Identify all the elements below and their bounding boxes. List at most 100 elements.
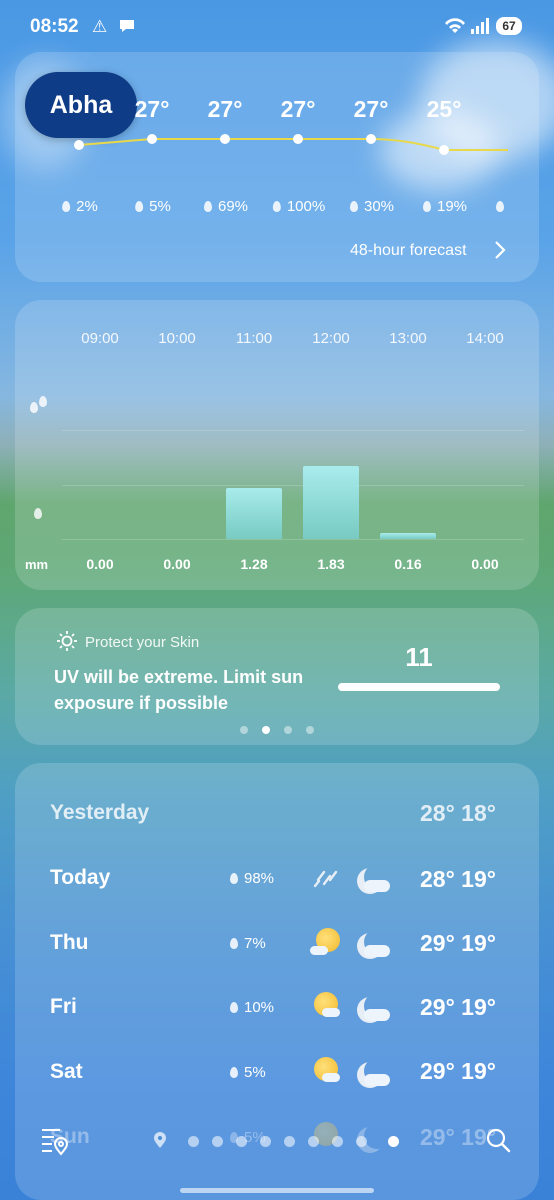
day-temps: 28° 19°	[420, 866, 496, 892]
location-page-dot[interactable]	[332, 1136, 343, 1147]
chevron-right-icon[interactable]	[494, 240, 506, 266]
raindrop-icon	[230, 873, 238, 884]
carousel-dot[interactable]	[306, 726, 314, 734]
hour-precip: 2%	[62, 198, 98, 215]
day-temps: 29° 19°	[420, 994, 496, 1020]
cloudy-night-icon	[356, 991, 396, 1025]
raindrop-icon	[135, 201, 144, 212]
hour-precip: 19%	[422, 198, 467, 215]
forecast-48h-link[interactable]: 48-hour forecast	[350, 242, 467, 260]
hour-temp: 27°	[280, 96, 316, 122]
location-page-dot[interactable]	[308, 1136, 319, 1147]
chart-amount-label: 0.16	[394, 556, 422, 572]
rain-icon	[312, 866, 342, 895]
location-page-dot[interactable]	[260, 1136, 271, 1147]
raindrop-icon	[230, 938, 238, 949]
day-name[interactable]: Today	[50, 866, 110, 890]
location-page-dot[interactable]	[284, 1136, 295, 1147]
hour-temp: 27°	[207, 96, 243, 122]
location-page-dot[interactable]	[356, 1136, 367, 1147]
chart-amount-label: 0.00	[471, 556, 499, 572]
chart-amount-label: 0.00	[86, 556, 114, 572]
partly-sunny-icon	[308, 1055, 344, 1089]
uv-message: UV will be extreme. Limit sun exposure i…	[54, 667, 304, 713]
hour-precip: 30%	[349, 198, 394, 215]
chart-amount-label: 1.28	[240, 556, 268, 572]
day-temps: 28° 18°	[420, 800, 496, 826]
location-page-dot[interactable]	[188, 1136, 199, 1147]
status-time: 08:52	[30, 16, 79, 37]
partly-sunny-icon	[308, 990, 344, 1024]
day-name[interactable]: Thu	[50, 931, 88, 955]
hour-precip	[496, 198, 510, 215]
precipitation-bar	[303, 465, 359, 539]
raindrop-icon	[496, 201, 504, 212]
chart-amount-label: 1.83	[317, 556, 345, 572]
chart-amount-label: 0.00	[163, 556, 191, 572]
raindrop-icon	[230, 1067, 238, 1078]
location-page-dot[interactable]	[212, 1136, 223, 1147]
status-bar: 08:52 ⚠ 67	[0, 0, 554, 56]
day-precip: 7%	[230, 935, 266, 952]
battery-icon: 67	[496, 17, 522, 35]
home-indicator	[180, 1188, 374, 1193]
location-page-dot-active[interactable]	[388, 1136, 399, 1147]
cloudy-night-icon	[356, 862, 396, 896]
cloudy-night-icon	[356, 1056, 396, 1090]
uv-title: Protect your Skin	[85, 634, 200, 651]
raindrop-icon	[422, 201, 431, 212]
day-name[interactable]: Fri	[50, 995, 77, 1019]
chart-hour-label: 13:00	[389, 330, 427, 347]
cloudy-night-icon	[356, 927, 396, 961]
raindrop-icon	[62, 201, 71, 212]
uv-index-bar	[338, 683, 500, 691]
temperature-line	[74, 134, 508, 155]
raindrop-icon	[349, 201, 358, 212]
sun-icon	[56, 630, 78, 657]
hour-precip: 100%	[272, 198, 325, 215]
gridline	[62, 430, 524, 431]
hour-precip: 69%	[203, 198, 248, 215]
day-temps: 29° 19°	[420, 930, 496, 956]
raindrop-icon	[272, 201, 281, 212]
day-name: Yesterday	[50, 801, 150, 824]
uv-index-value: 11	[405, 642, 433, 672]
chart-hour-label: 12:00	[312, 330, 350, 347]
search-icon[interactable]	[484, 1126, 512, 1159]
city-name[interactable]: Abha	[25, 72, 137, 138]
hour-temp: 27°	[134, 96, 170, 122]
chart-hour-label: 14:00	[466, 330, 504, 347]
warning-icon: ⚠	[92, 17, 108, 36]
raindrop-icon	[203, 201, 212, 212]
day-precip: 98%	[230, 870, 274, 887]
hour-precip: 5%	[135, 198, 171, 215]
raindrop-icon	[230, 1002, 238, 1013]
current-location-pin-icon[interactable]	[153, 1131, 167, 1154]
chat-bubble-icon	[118, 17, 136, 40]
gridline	[62, 485, 524, 486]
chart-hour-label: 09:00	[81, 330, 119, 347]
carousel-dot-active[interactable]	[262, 726, 270, 734]
signal-icon	[470, 17, 490, 40]
hour-temp: 27°	[353, 96, 389, 122]
day-temps: 29° 19°	[420, 1058, 496, 1084]
partly-sunny-icon	[308, 926, 344, 960]
carousel-dot[interactable]	[240, 726, 248, 734]
gridline	[62, 539, 524, 540]
location-page-dot[interactable]	[236, 1136, 247, 1147]
manage-locations-icon[interactable]	[40, 1124, 70, 1161]
chart-hour-label: 11:00	[235, 330, 273, 347]
chart-unit-label: mm	[25, 557, 49, 572]
wifi-icon	[444, 17, 466, 40]
precipitation-bar	[380, 532, 436, 539]
chart-hour-label: 10:00	[158, 330, 196, 347]
heavy-rain-icon	[30, 402, 38, 413]
light-rain-icon	[34, 508, 42, 519]
carousel-dot[interactable]	[284, 726, 292, 734]
day-precip: 10%	[230, 999, 274, 1016]
day-precip: 5%	[230, 1064, 266, 1081]
precipitation-bar	[226, 487, 282, 539]
heavy-rain-icon	[39, 396, 47, 407]
hour-temp: 25°	[426, 96, 462, 122]
day-name[interactable]: Sat	[50, 1060, 83, 1084]
